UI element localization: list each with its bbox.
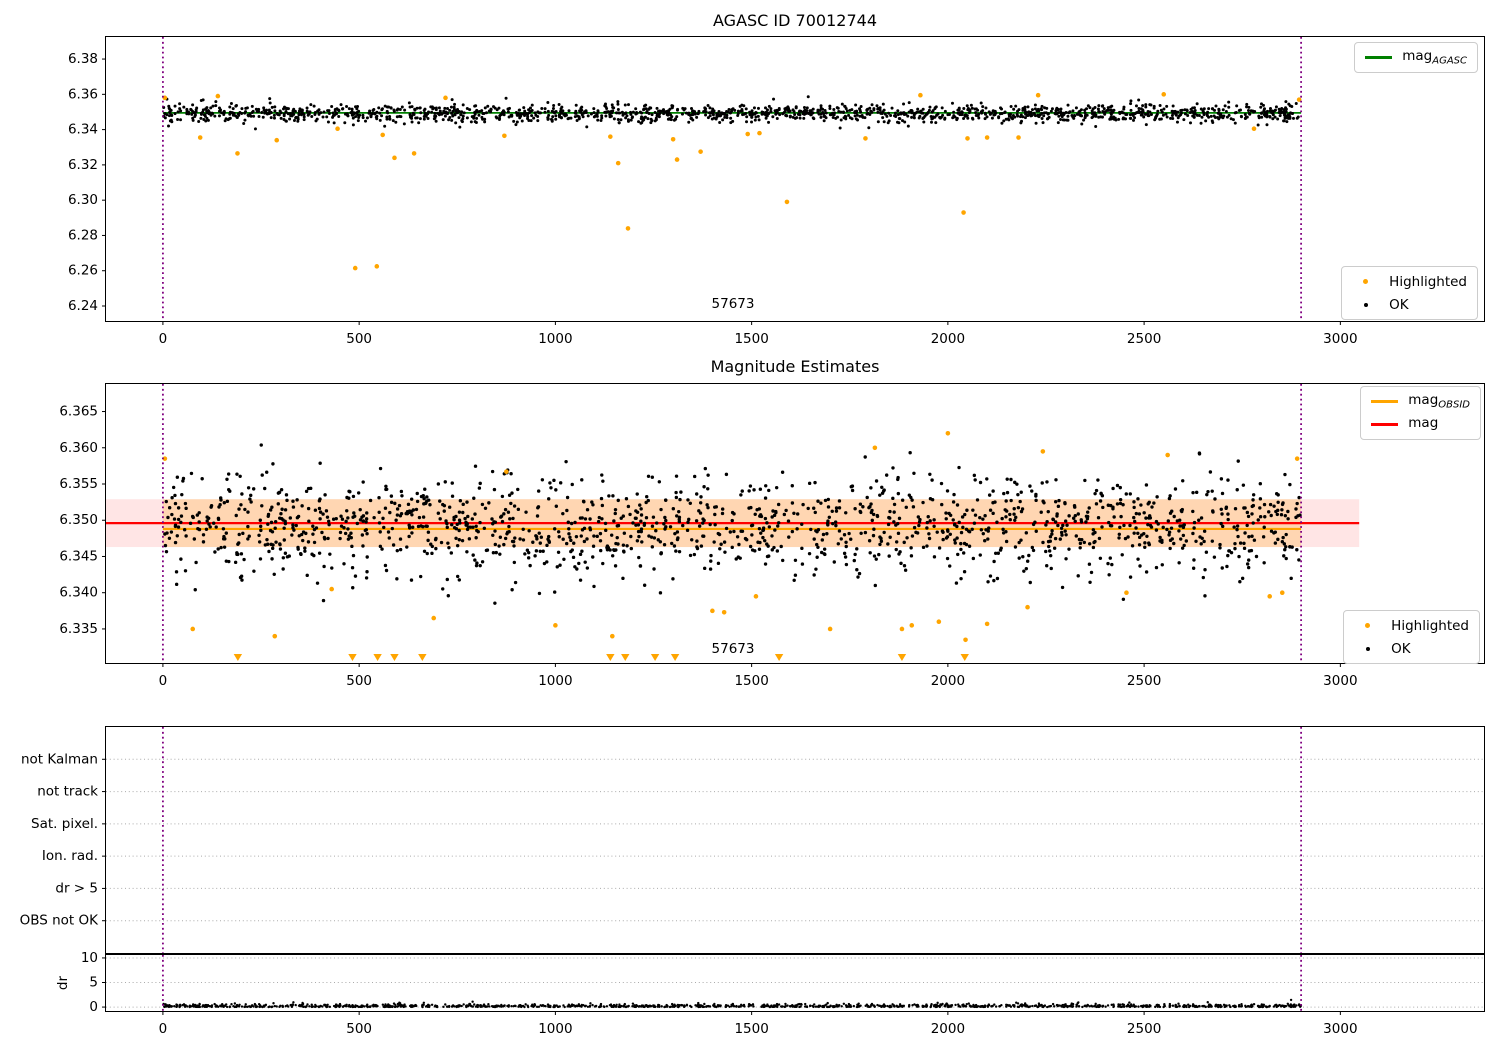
- y-tick-label: 6.32: [68, 157, 98, 173]
- panel-mag-estimates: 0 500 1000 1500 2000 2500 3000 6.335 6.340 6.345 6…: [59, 383, 1485, 689]
- obsid-boundary-vlines: [162, 727, 1303, 953]
- x-tick-label: 3000: [1323, 1021, 1357, 1037]
- dr-scatter-points: [162, 998, 1303, 1009]
- y-tick-label: 6.355: [59, 476, 98, 492]
- legend-label-mag: mag: [1408, 415, 1439, 432]
- legend-mag-obsid: magOBSID mag: [1360, 386, 1481, 440]
- y-tick-label: 6.340: [59, 585, 98, 601]
- x-tick-label: 1000: [538, 331, 572, 347]
- y-tick-label: 6.360: [59, 440, 98, 456]
- flag-label-obs-not-ok: OBS not OK: [20, 913, 100, 929]
- legend-row-ok: OK: [1354, 639, 1469, 658]
- legend-row-highlighted: Highlighted: [1352, 272, 1467, 291]
- x-tick-label: 0: [159, 331, 168, 347]
- legend-highlighted-ok-middle: Highlighted OK: [1343, 610, 1480, 664]
- legend-mag-agasc: magAGASC: [1354, 42, 1478, 73]
- flag-label-dr-5: dr > 5: [55, 880, 98, 896]
- magnitude-estimates-title: Magnitude Estimates: [710, 357, 880, 376]
- panel-dr: 0 5 10 0 500 1000 1500 2000 2500 3000: [81, 950, 1485, 1037]
- dr-plot: 0 5 10 0 500 1000 1500 2000 2500 3000: [81, 950, 1484, 1037]
- dr-axis-label: dr: [55, 975, 71, 991]
- orange-dot-swatch: [1354, 623, 1381, 628]
- x-tick-label: 500: [346, 331, 372, 347]
- x-tick-label: 1500: [734, 1021, 768, 1037]
- y-tick-label: 10: [81, 950, 98, 966]
- legend-label-ok: OK: [1389, 296, 1409, 313]
- x-tick-label: 2000: [931, 331, 965, 347]
- legend-row-ok: OK: [1352, 295, 1467, 314]
- x-tick-label: 1500: [734, 331, 768, 347]
- black-dot-swatch: [1352, 302, 1379, 307]
- mag-agasc-plot: 0 500 1000 1500 2000 2500 3000 6.24 6.26 6.28 6.30…: [68, 37, 1358, 347]
- legend-row-mag: mag: [1371, 415, 1470, 434]
- flag-label-not-track: not track: [37, 784, 98, 800]
- legend-row-highlighted: Highlighted: [1354, 616, 1469, 635]
- mag-estimates-plot: 0 500 1000 1500 2000 2500 30006.3356.3406.3456…: [59, 384, 1360, 689]
- y-tick-label: 6.24: [68, 298, 98, 314]
- x-tick-label: 2000: [931, 1021, 965, 1037]
- y-tick-label: 6.335: [59, 621, 98, 637]
- flag-label-ion-rad: Ion. rad.: [42, 848, 98, 864]
- y-tick-label: 6.345: [59, 548, 98, 564]
- x-tick-label: 2500: [1127, 331, 1161, 347]
- y-tick-label: 6.28: [68, 227, 98, 243]
- legend-label-highlighted: Highlighted: [1389, 273, 1467, 290]
- flag-label-not-kalman: not Kalman: [21, 751, 98, 767]
- clipped-low-triangles: [233, 654, 969, 661]
- page-title: AGASC ID 70012744: [713, 11, 877, 30]
- x-tick-label: 2500: [1127, 673, 1161, 689]
- x-tick-label: 1000: [538, 673, 572, 689]
- figure: 0 500 1000 1500 2000 2500 3000 6.24 6.26 6.28 6.30…: [0, 0, 1500, 1050]
- y-tick-label: 6.365: [59, 404, 98, 420]
- green-line-swatch: [1365, 56, 1393, 59]
- obsid-boundary-vlines: [162, 37, 1303, 321]
- panel-mag-agasc: 0 500 1000 1500 2000 2500 3000 6.24 6.26 6.28 6.30…: [68, 36, 1485, 347]
- orange-dot-swatch: [1352, 279, 1379, 284]
- y-axis-ticks: 6.24 6.26 6.28 6.30 6.32 6.34 6.36 6.38: [68, 51, 106, 314]
- legend-highlighted-ok-top: Highlighted OK: [1341, 266, 1478, 320]
- legend-row-mag-agasc: magAGASC: [1365, 48, 1467, 67]
- x-tick-label: 3000: [1323, 331, 1357, 347]
- y-tick-label: 6.30: [68, 192, 98, 208]
- y-tick-label: 5: [89, 975, 98, 991]
- x-axis-ticks: 0 500 1000 1500 2000 2500 3000: [159, 321, 1358, 347]
- y-tick-label: 6.350: [59, 512, 98, 528]
- obsid-label-middle: 57673: [711, 641, 755, 657]
- y-tick-label: 6.38: [68, 51, 98, 67]
- flag-label-sat-pixel: Sat. pixel.: [31, 816, 98, 832]
- black-dot-swatch: [1354, 646, 1381, 651]
- y-axis-ticks: 6.335 6.340 6.345 6.350 6.355 6.360 6.365: [59, 404, 106, 637]
- y-tick-label: 6.26: [68, 263, 98, 279]
- legend-label-mag-agasc: magAGASC: [1402, 48, 1467, 67]
- x-tick-label: 500: [346, 1021, 372, 1037]
- y-tick-label: 6.36: [68, 86, 98, 102]
- x-tick-label: 1000: [538, 1021, 572, 1037]
- legend-label-highlighted: Highlighted: [1391, 617, 1469, 634]
- legend-label-mag-obsid: magOBSID: [1408, 392, 1470, 411]
- x-tick-label: 2000: [931, 673, 965, 689]
- flags-plot: not Kalman not track Sat. pixel. Ion. rad. d…: [20, 727, 1484, 953]
- red-line-swatch: [1371, 423, 1399, 426]
- x-axis-ticks: 0 500 1000 1500 2000 2500 3000: [159, 1011, 1358, 1037]
- x-tick-label: 500: [346, 673, 372, 689]
- x-tick-label: 0: [159, 673, 168, 689]
- legend-label-ok: OK: [1391, 640, 1411, 657]
- x-tick-label: 0: [159, 1021, 168, 1037]
- y-tick-label: 0: [89, 999, 98, 1015]
- x-tick-label: 1500: [734, 673, 768, 689]
- orange-line-swatch: [1371, 400, 1399, 403]
- x-tick-label: 3000: [1323, 673, 1357, 689]
- obsid-label-top: 57673: [711, 296, 755, 312]
- legend-row-mag-obsid: magOBSID: [1371, 392, 1470, 411]
- y-tick-label: 6.34: [68, 122, 98, 138]
- x-tick-label: 2500: [1127, 1021, 1161, 1037]
- x-axis-ticks: 0 500 1000 1500 2000 2500 3000: [159, 663, 1358, 689]
- panel-flags: not Kalman not track Sat. pixel. Ion. rad. d…: [20, 726, 1485, 954]
